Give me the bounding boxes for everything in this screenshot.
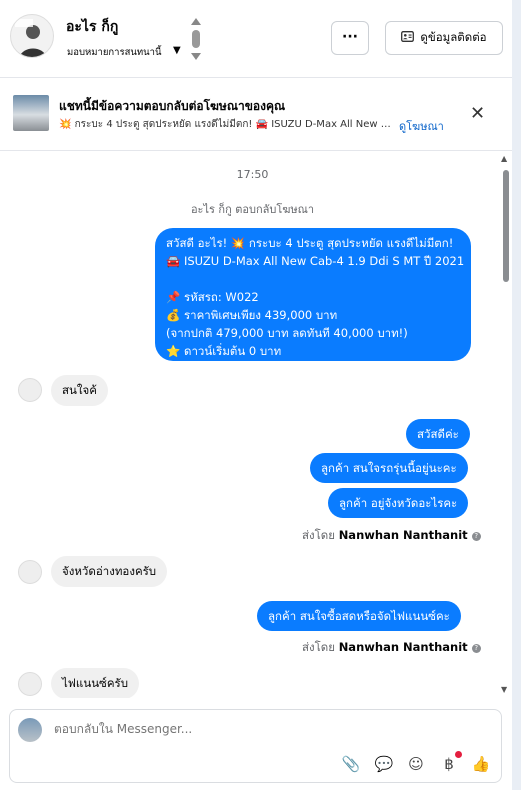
ad-message-bubble[interactable]: สวัสดี อะไร! 💥 กระบะ 4 ประตู สุดประหยัด … xyxy=(155,228,471,361)
ad-message-line: 💰 ราคาพิเศษเพียง 439,000 บาท xyxy=(166,308,338,322)
outgoing-message[interactable]: สวัสดีค่ะ xyxy=(406,419,470,449)
ad-banner-title: แชทนี้มีข้อความตอบกลับต่อโฆษณาของคุณ xyxy=(59,99,286,113)
scroll-down-icon[interactable]: ▼ xyxy=(501,685,507,694)
ad-message-line: 🚘 ISUZU D-Max All New Cab-4 1.9 Ddi S MT… xyxy=(166,254,465,268)
contact-card-icon xyxy=(401,31,415,45)
ad-thumbnail[interactable] xyxy=(13,95,49,131)
sent-by-name: Nanwhan Nanthanit xyxy=(338,640,468,654)
sent-by-label: ส่งโดย Nanwhan Nanthanit? xyxy=(302,639,481,657)
contact-avatar-small xyxy=(18,672,42,696)
contact-avatar-small xyxy=(18,560,42,584)
saved-replies-icon[interactable]: 💬 xyxy=(374,754,394,774)
ad-banner-text: 💥 กระบะ 4 ประตู สุดประหยัด แรงดีไม่มีตก!… xyxy=(59,119,394,130)
view-contact-label: ดูข้อมูลติดต่อ xyxy=(420,30,487,44)
more-options-button[interactable]: ··· xyxy=(331,21,369,55)
conversation-stepper[interactable] xyxy=(190,16,202,62)
like-icon[interactable]: 👍 xyxy=(471,754,491,774)
reply-input[interactable] xyxy=(54,722,454,736)
sent-by-prefix: ส่งโดย xyxy=(302,528,336,542)
close-icon[interactable]: ✕ xyxy=(470,103,485,124)
contact-name: อะไร ก็กู xyxy=(66,19,119,35)
contact-avatar-small xyxy=(18,378,42,402)
incoming-message[interactable]: สนใจค้ xyxy=(51,375,108,406)
outgoing-message[interactable]: ลูกค้า สนใจซื้อสดหรือจัดไฟแนนซ์คะ xyxy=(257,601,461,631)
outgoing-message[interactable]: ลูกค้า สนใจรถรุ่นนี้อยู่นะคะ xyxy=(310,453,468,483)
scrollbar-thumb[interactable] xyxy=(503,170,509,282)
info-icon[interactable]: ? xyxy=(471,644,481,653)
incoming-message[interactable]: ไฟแนนซ์ครับ xyxy=(51,668,140,698)
ad-message-line xyxy=(166,270,460,288)
conversation-header: อะไร ก็กู มอบหมายการสนทนานี้ ▼ ··· ดูข้อ… xyxy=(0,0,512,78)
ad-message-line: 📌 รหัสรถ: W022 xyxy=(166,290,259,304)
ad-reply-note: อะไร ก็กู ตอบกลับโฆษณา xyxy=(190,203,315,216)
sent-by-prefix: ส่งโดย xyxy=(302,640,336,654)
assign-conversation-dropdown[interactable]: มอบหมายการสนทนานี้ xyxy=(67,45,162,60)
outgoing-message[interactable]: ลูกค้า อยู่จังหวัดอะไรคะ xyxy=(328,488,469,518)
incoming-message[interactable]: จังหวัดอ่างทองครับ xyxy=(51,556,168,587)
message-composer: 📎 💬 ☺ ฿ 👍 xyxy=(9,709,502,783)
ad-message-line: ⭐ ดาวน์เริ่มต้น 0 บาท xyxy=(166,344,282,358)
contact-avatar[interactable] xyxy=(10,14,54,58)
ad-message-line: สวัสดี อะไร! 💥 กระบะ 4 ประตู สุดประหยัด … xyxy=(166,236,454,250)
notification-dot xyxy=(455,751,462,758)
view-contact-button[interactable]: ดูข้อมูลติดต่อ xyxy=(385,21,503,55)
message-timestamp: 17:50 xyxy=(236,168,269,181)
message-thread[interactable]: 17:50 อะไร ก็กู ตอบกลับโฆษณา สวัสดี อะไร… xyxy=(0,152,512,698)
scroll-up-icon[interactable]: ▲ xyxy=(501,154,507,163)
ad-message-line: (จากปกติ 479,000 บาท ลดทันที 40,000 บาท!… xyxy=(166,326,408,340)
attachment-icon[interactable]: 📎 xyxy=(341,754,361,774)
info-icon[interactable]: ? xyxy=(471,532,481,541)
caret-down-icon[interactable]: ▼ xyxy=(173,45,181,56)
sent-by-name: Nanwhan Nanthanit xyxy=(338,528,468,542)
view-ad-link[interactable]: ดูโฆษณา xyxy=(399,117,444,135)
sent-by-label: ส่งโดย Nanwhan Nanthanit? xyxy=(302,527,481,545)
page-avatar xyxy=(18,718,42,742)
window-edge xyxy=(512,0,521,790)
ad-reply-banner: แชทนี้มีข้อความตอบกลับต่อโฆษณาของคุณ 💥 ก… xyxy=(0,79,512,151)
emoji-icon[interactable]: ☺ xyxy=(406,754,426,774)
